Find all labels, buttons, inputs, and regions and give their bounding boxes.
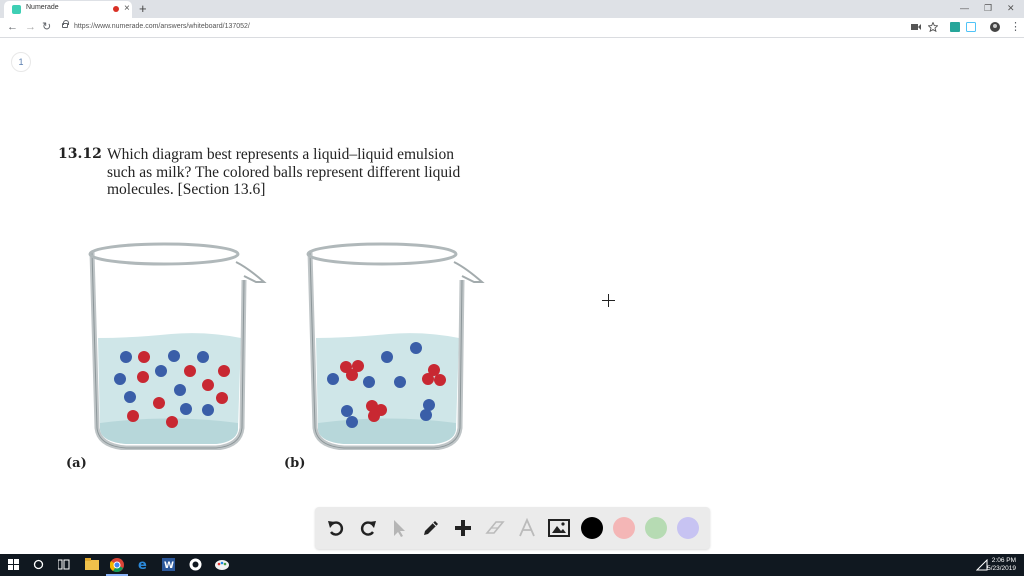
- paint-icon[interactable]: [215, 558, 229, 572]
- bookmark-star-icon[interactable]: [928, 22, 938, 32]
- image-icon: [548, 519, 570, 537]
- browser-tab-strip: Numerade × + — ❐ ✕: [0, 0, 1024, 18]
- question-line: Which diagram best represents a liquid–l…: [107, 146, 454, 163]
- page-number-badge[interactable]: 1: [11, 52, 31, 72]
- camera-icon[interactable]: [911, 23, 921, 31]
- forward-button[interactable]: →: [25, 21, 36, 34]
- file-explorer-icon[interactable]: [85, 558, 99, 572]
- question-line: molecules. [Section 13.6]: [107, 181, 266, 198]
- lock-icon: [62, 20, 69, 28]
- question-line: such as milk? The colored balls represen…: [107, 163, 461, 181]
- clock-time: 2:06 PM: [991, 557, 1016, 564]
- clock-date: 5/23/2019: [987, 565, 1016, 572]
- cast-icon[interactable]: [966, 22, 976, 32]
- reload-button[interactable]: ↻: [42, 21, 51, 34]
- back-button[interactable]: ←: [7, 21, 18, 34]
- address-bar[interactable]: https://www.numerade.com/answers/whitebo…: [58, 20, 928, 36]
- beaker-a-diagram: [88, 242, 267, 450]
- color-swatch-pink[interactable]: [613, 517, 635, 539]
- profile-avatar-icon[interactable]: [990, 22, 1000, 32]
- url-text: https://www.numerade.com/answers/whitebo…: [74, 23, 250, 30]
- text-tool-button[interactable]: [515, 516, 539, 540]
- question-number: 13.12: [58, 146, 102, 162]
- undo-button[interactable]: [324, 516, 348, 540]
- menu-kebab-icon[interactable]: ⋮: [1010, 21, 1021, 34]
- edge-icon[interactable]: e: [137, 558, 151, 572]
- search-cortana-icon[interactable]: [33, 559, 47, 573]
- new-tab-button[interactable]: +: [139, 0, 147, 18]
- browser-toolbar: ← → ↻ https://www.numerade.com/answers/w…: [0, 18, 1024, 38]
- select-pointer-icon: [394, 520, 405, 537]
- undo-icon: [328, 521, 344, 536]
- color-swatch-lavender[interactable]: [677, 517, 699, 539]
- pen-tool-button[interactable]: [419, 516, 443, 540]
- svg-text:e: e: [138, 558, 147, 572]
- eraser-tool-button[interactable]: [483, 516, 507, 540]
- windows-taskbar: e W 2:06 PM 5/23/2019: [0, 554, 1024, 576]
- text-icon: [519, 518, 535, 537]
- browser-tab[interactable]: Numerade ×: [4, 1, 132, 18]
- task-view-icon[interactable]: [58, 559, 72, 573]
- beaker-b-diagram: [306, 242, 485, 450]
- diagram-b-label: (b): [284, 456, 306, 471]
- restore-button[interactable]: ❐: [984, 2, 992, 14]
- crosshair-cursor-icon: [602, 294, 615, 307]
- system-clock[interactable]: 2:06 PM 5/23/2019: [987, 557, 1016, 573]
- whiteboard-toolbar: [315, 507, 710, 549]
- minimize-button[interactable]: —: [960, 2, 969, 14]
- diagram-a-label: (a): [66, 456, 87, 471]
- select-tool-button[interactable]: [387, 516, 411, 540]
- tab-close-button[interactable]: ×: [124, 2, 130, 16]
- word-icon[interactable]: W: [162, 558, 176, 572]
- color-swatch-green[interactable]: [645, 517, 667, 539]
- redo-button[interactable]: [356, 516, 380, 540]
- svg-text:W: W: [164, 561, 174, 571]
- windows-start-icon[interactable]: [8, 559, 22, 573]
- redo-icon: [360, 521, 376, 536]
- pen-icon: [424, 521, 438, 535]
- color-swatch-black[interactable]: [581, 517, 603, 539]
- add-icon: [455, 520, 471, 536]
- recording-indicator-icon: [113, 6, 119, 12]
- tab-title: Numerade: [26, 4, 59, 11]
- chrome-icon[interactable]: [110, 558, 124, 572]
- camera-app-icon[interactable]: [189, 558, 203, 572]
- numerade-favicon-icon: [12, 5, 21, 14]
- window-close-button[interactable]: ✕: [1007, 2, 1015, 14]
- question-text: Which diagram best represents a liquid–l…: [107, 146, 507, 199]
- eraser-icon: [485, 521, 505, 534]
- add-button[interactable]: [451, 516, 475, 540]
- insert-image-button[interactable]: [547, 516, 571, 540]
- extension-icon[interactable]: [950, 22, 960, 32]
